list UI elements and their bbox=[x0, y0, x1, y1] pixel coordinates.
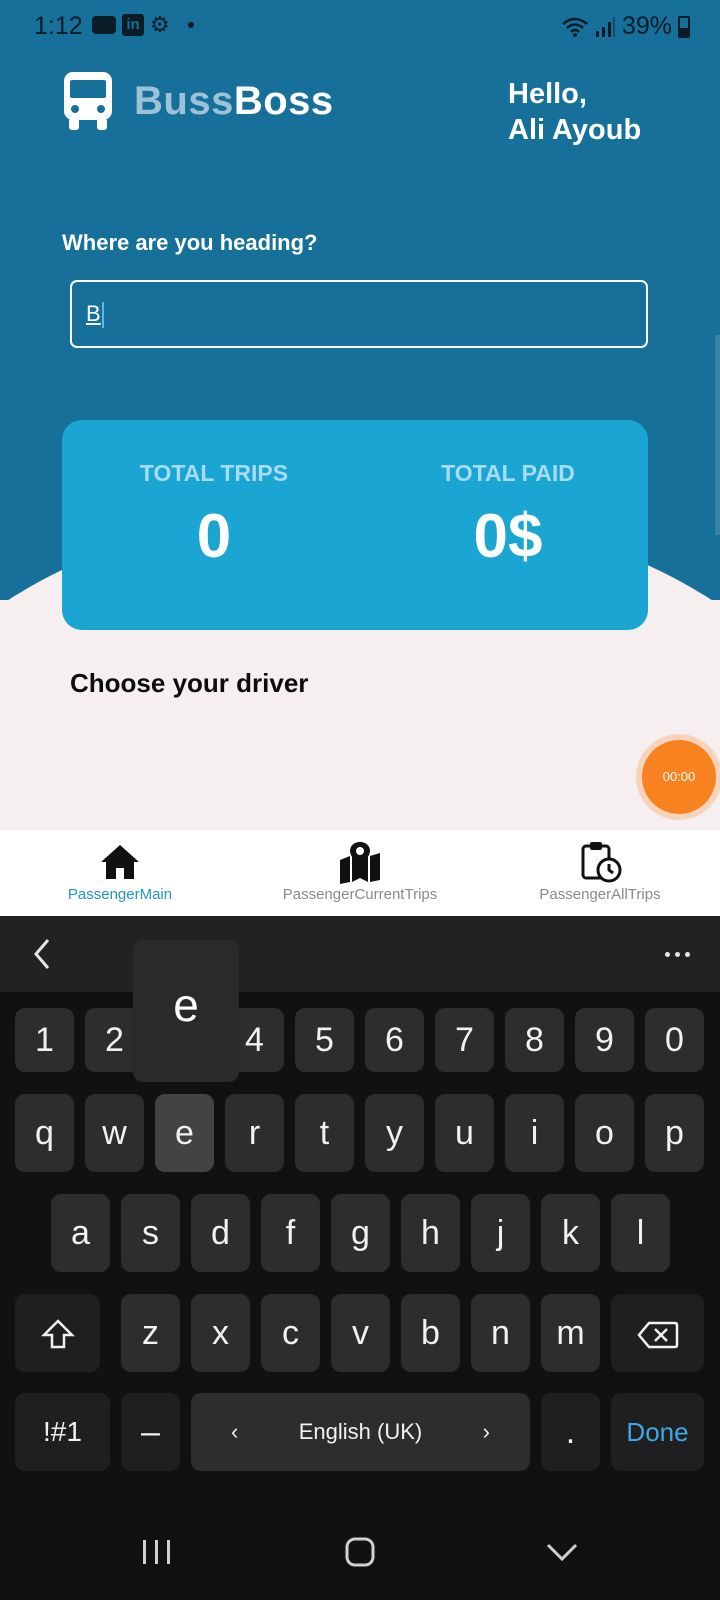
shift-key[interactable] bbox=[15, 1294, 100, 1372]
app-logo: BussBoss bbox=[62, 70, 334, 132]
period-key[interactable]: . bbox=[541, 1393, 600, 1471]
destination-input-value: B bbox=[86, 301, 101, 326]
total-paid-label: TOTAL PAID bbox=[441, 460, 575, 486]
key-z[interactable]: z bbox=[121, 1294, 180, 1372]
greeting-line-1: Hello, bbox=[508, 78, 587, 110]
key-o[interactable]: o bbox=[575, 1094, 634, 1172]
key-m[interactable]: m bbox=[541, 1294, 600, 1372]
recording-timer-button[interactable]: 00:00 bbox=[642, 740, 716, 814]
key-p[interactable]: p bbox=[645, 1094, 704, 1172]
backspace-key[interactable] bbox=[611, 1294, 704, 1372]
status-time: 1:12 bbox=[34, 12, 83, 40]
map-pin-icon bbox=[340, 842, 380, 884]
signal-icon bbox=[595, 16, 615, 37]
language-label: English (UK) bbox=[298, 1419, 423, 1444]
brand-part-1: Buss bbox=[134, 78, 234, 123]
nav-label: PassengerAllTrips bbox=[539, 886, 661, 903]
key-v[interactable]: v bbox=[331, 1294, 390, 1372]
key-g[interactable]: g bbox=[331, 1194, 390, 1272]
nav-label: PassengerCurrentTrips bbox=[282, 886, 438, 903]
backspace-icon bbox=[636, 1321, 678, 1349]
back-chevron-down-icon[interactable] bbox=[540, 1530, 584, 1574]
text-caret bbox=[101, 302, 104, 329]
chevron-left-icon: ‹ bbox=[231, 1419, 239, 1444]
key-9[interactable]: 9 bbox=[575, 1008, 634, 1072]
gear-icon: ⚙ bbox=[150, 12, 170, 37]
key-h[interactable]: h bbox=[401, 1194, 460, 1272]
video-icon bbox=[92, 16, 116, 34]
key-s[interactable]: s bbox=[121, 1194, 180, 1272]
battery-percent: 39% bbox=[621, 12, 672, 40]
chevron-left-icon[interactable] bbox=[30, 934, 54, 974]
clipboard-clock-icon bbox=[581, 842, 622, 883]
destination-label: Where are you heading? bbox=[62, 230, 318, 255]
recent-apps-icon[interactable] bbox=[135, 1530, 179, 1574]
key-6[interactable]: 6 bbox=[365, 1008, 424, 1072]
keyboard-toolbar bbox=[0, 916, 720, 992]
key-8[interactable]: 8 bbox=[505, 1008, 564, 1072]
done-key[interactable]: Done bbox=[611, 1393, 704, 1471]
key-0[interactable]: 0 bbox=[645, 1008, 704, 1072]
chevron-right-icon: › bbox=[482, 1419, 490, 1444]
key-d[interactable]: d bbox=[191, 1194, 250, 1272]
key-1[interactable]: 1 bbox=[15, 1008, 74, 1072]
status-bar: 1:12 in ⚙ 39% bbox=[0, 0, 720, 52]
key-f[interactable]: f bbox=[261, 1194, 320, 1272]
total-trips-stat: TOTAL TRIPS 0 bbox=[94, 460, 334, 572]
key-y[interactable]: y bbox=[365, 1094, 424, 1172]
more-options-icon[interactable] bbox=[665, 952, 690, 957]
linkedin-icon: in bbox=[122, 14, 144, 36]
key-k[interactable]: k bbox=[541, 1194, 600, 1272]
shift-icon bbox=[40, 1319, 75, 1349]
notification-dot-icon bbox=[187, 22, 194, 28]
nav-passenger-all-trips[interactable]: PassengerAllTrips bbox=[480, 830, 720, 916]
symbols-key[interactable]: !#1 bbox=[15, 1393, 110, 1471]
app-screen: 1:12 in ⚙ 39% BussBoss Hello, Ali Ayoub … bbox=[0, 0, 720, 835]
key-u[interactable]: u bbox=[435, 1094, 494, 1172]
destination-input[interactable]: B bbox=[70, 280, 648, 348]
total-trips-label: TOTAL TRIPS bbox=[139, 460, 289, 486]
dash-key[interactable]: – bbox=[121, 1393, 180, 1471]
key-a[interactable]: a bbox=[51, 1194, 110, 1272]
total-paid-stat: TOTAL PAID 0$ bbox=[388, 460, 628, 572]
choose-driver-title: Choose your driver bbox=[70, 668, 309, 698]
key-7[interactable]: 7 bbox=[435, 1008, 494, 1072]
brand-name: BussBoss bbox=[134, 79, 334, 124]
user-name: Ali Ayoub bbox=[508, 114, 642, 146]
nav-passenger-current-trips[interactable]: PassengerCurrentTrips bbox=[240, 830, 480, 916]
total-trips-value: 0 bbox=[196, 502, 232, 571]
brand-part-2: Boss bbox=[233, 78, 334, 123]
nav-passenger-main[interactable]: PassengerMain bbox=[0, 830, 240, 916]
greeting: Hello, Ali Ayoub bbox=[508, 76, 641, 148]
stats-card: TOTAL TRIPS 0 TOTAL PAID 0$ bbox=[62, 420, 648, 630]
key-b[interactable]: b bbox=[401, 1294, 460, 1372]
wifi-icon bbox=[562, 17, 588, 37]
key-w[interactable]: w bbox=[85, 1094, 144, 1172]
key-c[interactable]: c bbox=[261, 1294, 320, 1372]
key-e[interactable]: e bbox=[155, 1094, 214, 1172]
scroll-indicator bbox=[715, 335, 720, 535]
key-preview-popup: e bbox=[133, 940, 239, 1082]
system-navigation-bar bbox=[0, 1510, 720, 1600]
nav-label: PassengerMain bbox=[67, 886, 173, 903]
battery-icon bbox=[678, 15, 690, 38]
bus-icon bbox=[64, 72, 112, 130]
key-q[interactable]: q bbox=[15, 1094, 74, 1172]
bottom-navigation: PassengerMain PassengerCurrentTrips Pass… bbox=[0, 830, 720, 916]
key-n[interactable]: n bbox=[471, 1294, 530, 1372]
key-r[interactable]: r bbox=[225, 1094, 284, 1172]
total-paid-value: 0$ bbox=[473, 502, 543, 571]
key-i[interactable]: i bbox=[505, 1094, 564, 1172]
key-5[interactable]: 5 bbox=[295, 1008, 354, 1072]
space-key[interactable]: ‹ English (UK) › bbox=[191, 1393, 530, 1471]
key-x[interactable]: x bbox=[191, 1294, 250, 1372]
key-t[interactable]: t bbox=[295, 1094, 354, 1172]
home-button-icon[interactable] bbox=[338, 1530, 382, 1574]
home-icon bbox=[101, 845, 139, 879]
key-l[interactable]: l bbox=[611, 1194, 670, 1272]
key-j[interactable]: j bbox=[471, 1194, 530, 1272]
